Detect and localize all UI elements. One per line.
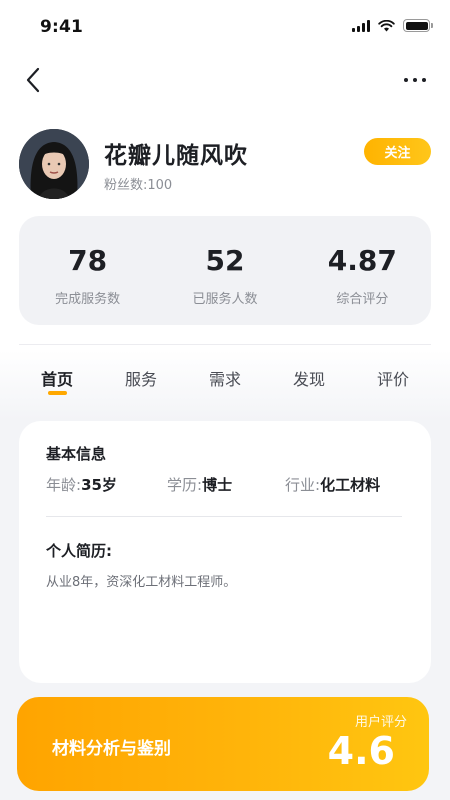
section-divider [19,344,431,345]
basic-info-row: 年龄:35岁 学历:博士 行业:化工材料 [46,474,406,496]
follow-button[interactable]: 关注 [364,138,431,165]
info-industry: 行业:化工材料 [285,474,380,495]
stat-overall-rating[interactable]: 4.87 综合评分 [294,216,431,325]
fans-label: 粉丝数: [104,178,148,193]
cellular-signal-icon [352,19,370,32]
stat-label: 已服务人数 [192,292,258,307]
stat-value: 78 [68,244,108,277]
battery-icon [403,19,433,32]
resume-title: 个人简历: [46,542,112,560]
info-label: 年龄: [46,476,82,494]
stats-card: 78 完成服务数 52 已服务人数 4.87 综合评分 [19,216,431,325]
info-value: 化工材料 [320,476,381,494]
info-value: 博士 [202,476,233,494]
stat-label: 完成服务数 [55,292,121,307]
tab-demands[interactable]: 需求 [209,366,241,390]
more-horizontal-icon[interactable] [402,68,428,92]
stat-value: 4.87 [327,244,397,277]
stat-value: 52 [205,244,245,277]
status-bar: 9:41 [0,0,450,56]
fans-count: 粉丝数:100 [104,174,172,193]
tab-bar: 首页 服务 需求 发现 评价 [0,366,450,402]
avatar-image [19,129,89,199]
user-rating-label: 用户评分 [354,715,407,730]
stat-completed-services[interactable]: 78 完成服务数 [19,216,156,325]
status-time: 9:41 [40,17,84,37]
basic-info-title: 基本信息 [46,445,107,463]
fans-value: 100 [147,178,173,193]
tab-services[interactable]: 服务 [125,366,157,390]
tab-discover[interactable]: 发现 [293,366,325,390]
wifi-icon [378,19,395,31]
user-rating-value: 4.6 [327,729,395,773]
info-card: 基本信息 年龄:35岁 学历:博士 行业:化工材料 个人简历: 从业8年，资深化… [19,421,431,683]
active-tab-indicator [48,391,67,395]
avatar[interactable] [19,129,89,199]
info-value: 35岁 [81,476,117,494]
status-icons [352,19,433,32]
tab-reviews[interactable]: 评价 [377,366,409,390]
tab-home[interactable]: 首页 [41,366,73,390]
resume-text: 从业8年，资深化工材料工程师。 [46,575,237,590]
info-divider [46,516,402,517]
info-education: 学历:博士 [167,474,232,495]
service-title: 材料分析与鉴别 [52,739,171,759]
stat-label: 综合评分 [336,292,389,307]
service-banner[interactable]: 材料分析与鉴别 用户评分 4.6 [17,697,429,791]
info-label: 学历: [167,476,203,494]
back-chevron-icon[interactable] [20,64,48,96]
stat-served-people[interactable]: 52 已服务人数 [156,216,293,325]
profile-name: 花瓣儿随风吹 [104,143,248,169]
info-label: 行业: [285,476,321,494]
info-age: 年龄:35岁 [46,474,117,495]
